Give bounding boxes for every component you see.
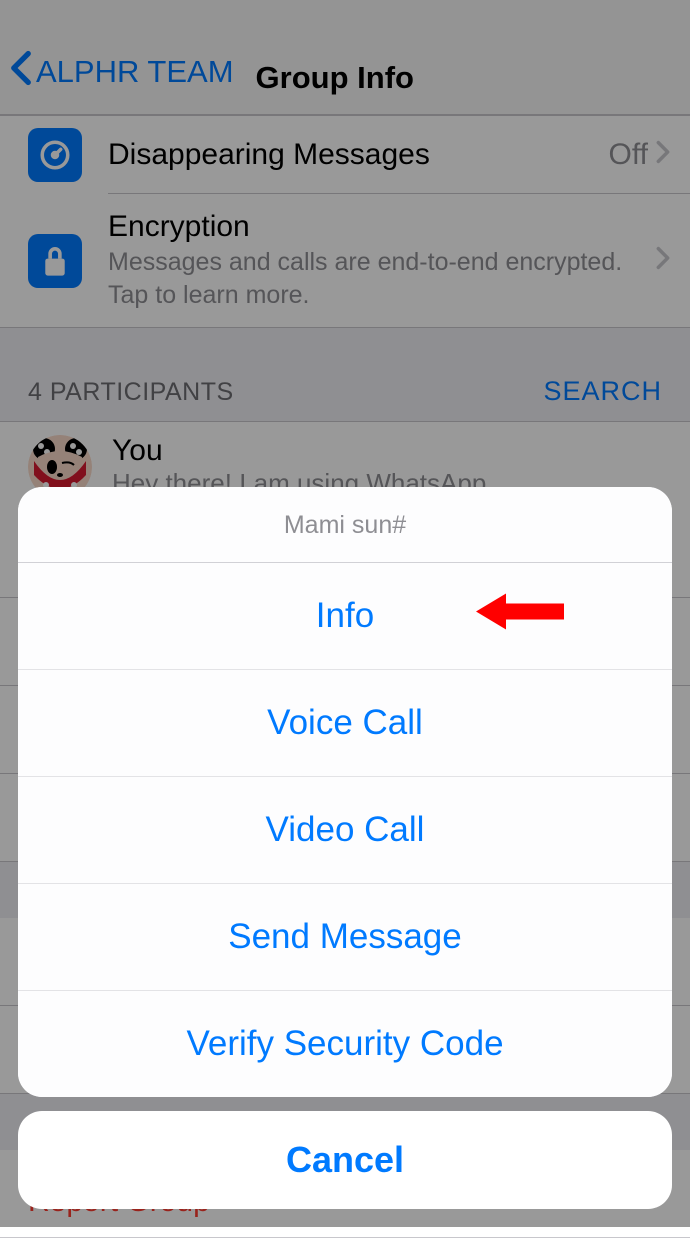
- action-sheet: Mami sun# Info Voice Call Video Call Sen…: [18, 487, 672, 1209]
- action-sheet-group: Mami sun# Info Voice Call Video Call Sen…: [18, 487, 672, 1097]
- cancel-button[interactable]: Cancel: [18, 1111, 672, 1209]
- action-verify-security[interactable]: Verify Security Code: [18, 991, 672, 1097]
- action-info[interactable]: Info: [18, 563, 672, 670]
- action-sheet-title: Mami sun#: [18, 487, 672, 563]
- action-voice-call[interactable]: Voice Call: [18, 670, 672, 777]
- arrow-annotation-icon: [476, 590, 564, 643]
- action-video-call[interactable]: Video Call: [18, 777, 672, 884]
- action-send-message[interactable]: Send Message: [18, 884, 672, 991]
- action-info-label: Info: [316, 596, 374, 635]
